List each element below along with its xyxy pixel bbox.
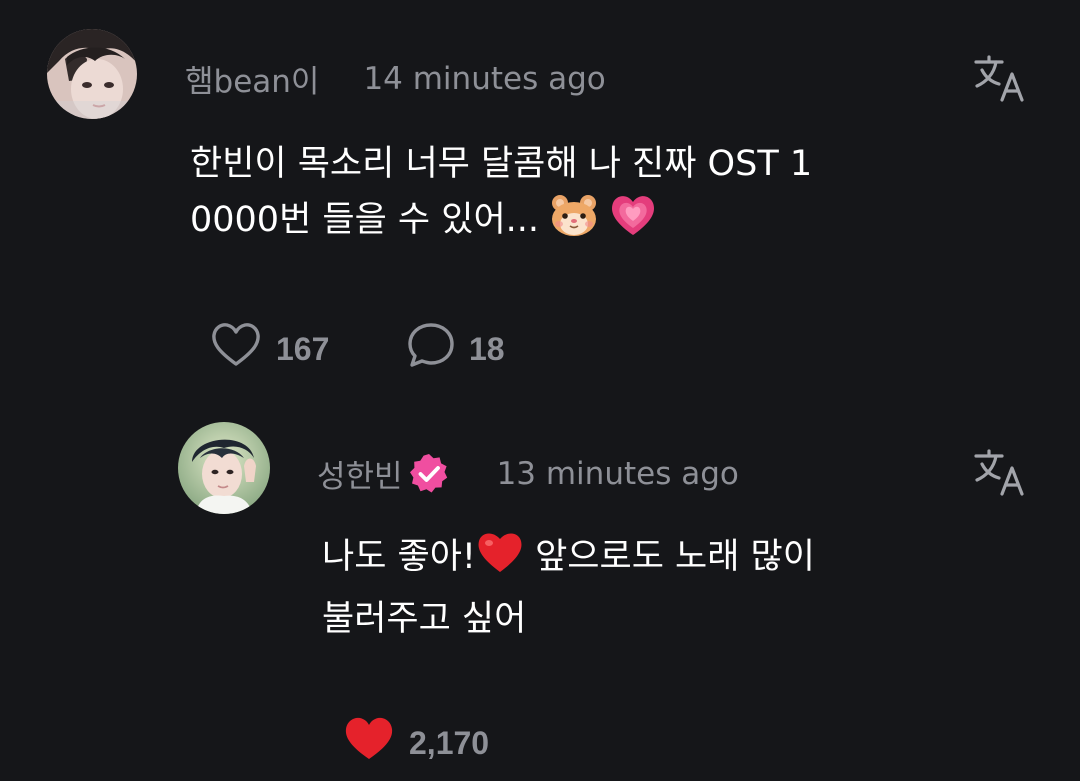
commenter-username[interactable]: 햄bean이: [185, 56, 319, 101]
comment-like-button[interactable]: 167: [210, 322, 329, 376]
comment-like-count: 167: [276, 330, 330, 367]
commenter-avatar[interactable]: [47, 29, 137, 119]
heart-outline-icon: [210, 322, 262, 376]
reply-avatar[interactable]: [178, 422, 270, 514]
reply-timestamp: 13 minutes ago: [496, 455, 739, 492]
comment-timestamp: 14 minutes ago: [363, 60, 606, 97]
hamster-face-icon: [550, 193, 598, 254]
heart-filled-icon: [343, 716, 395, 770]
translate-icon[interactable]: [972, 54, 1028, 104]
comment-body: 한빈이 목소리 너무 달콤해 나 진짜 OST 1 0000번 들을 수 있어.…: [190, 136, 812, 254]
comment-reply-button[interactable]: 18: [407, 322, 505, 376]
comment-body-line: 0000번 들을 수 있어...: [190, 192, 812, 254]
red-heart-icon: [476, 530, 524, 591]
comment-meta: 햄bean이 14 minutes ago: [185, 56, 606, 101]
reply-body-line: 나도 좋아! 앞으로도 노래 많이: [322, 529, 815, 591]
reply-like-button[interactable]: 2,170: [343, 716, 489, 770]
verified-badge-icon: [407, 452, 451, 496]
comment-thread: 햄bean이 14 minutes ago 한빈이 목소리 너무 달콤해 나 진…: [0, 0, 1080, 781]
reply-body: 나도 좋아! 앞으로도 노래 많이 불러주고 싶어: [322, 529, 815, 647]
speech-bubble-icon: [407, 322, 455, 376]
reply-like-count: 2,170: [409, 724, 490, 761]
growing-heart-icon: [609, 193, 657, 254]
translate-icon[interactable]: [972, 448, 1028, 498]
reply-meta: 성한빈 13 minutes ago: [317, 451, 739, 496]
reply-body-line: 불러주고 싶어: [322, 599, 527, 639]
reply-username[interactable]: 성한빈: [317, 451, 403, 496]
comment-reply-count: 18: [469, 330, 505, 367]
comment-body-line: 한빈이 목소리 너무 달콤해 나 진짜 OST 1: [190, 144, 813, 184]
